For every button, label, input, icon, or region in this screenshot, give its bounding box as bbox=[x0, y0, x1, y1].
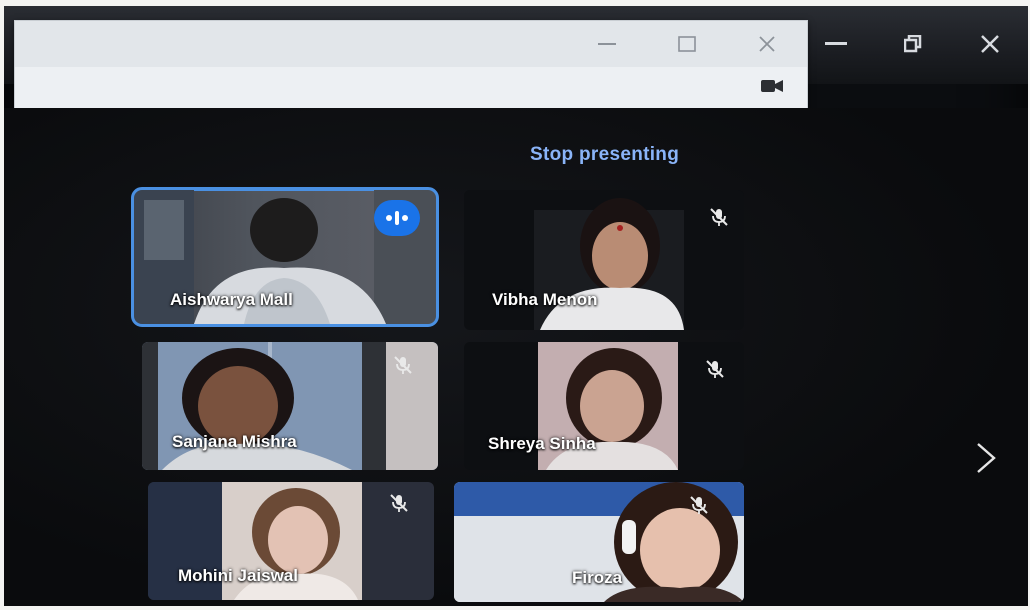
mic-off-indicator bbox=[684, 490, 714, 520]
close-icon bbox=[759, 36, 775, 52]
mini-close-button[interactable] bbox=[737, 29, 797, 59]
participant-tile[interactable]: Firoza bbox=[454, 482, 744, 602]
participant-name: Mohini Jaiswal bbox=[178, 566, 298, 585]
mic-off-icon bbox=[690, 496, 708, 514]
minimize-icon bbox=[825, 42, 848, 45]
participant-tile[interactable]: Mohini Jaiswal bbox=[148, 482, 434, 600]
mini-maximize-button[interactable] bbox=[657, 29, 717, 59]
participant-name: Firoza bbox=[572, 568, 623, 587]
mini-window-titlebar bbox=[15, 21, 807, 67]
stop-presenting-button[interactable]: Stop presenting bbox=[530, 144, 679, 166]
outer-minimize-button[interactable] bbox=[816, 29, 856, 59]
chevron-right-icon bbox=[977, 443, 996, 473]
mic-off-icon bbox=[390, 494, 408, 512]
participant-name: Vibha Menon bbox=[492, 290, 598, 309]
camera-icon[interactable] bbox=[761, 79, 783, 93]
participant-name: Sanjana Mishra bbox=[172, 432, 297, 451]
mic-off-icon bbox=[710, 208, 728, 226]
close-icon bbox=[980, 35, 999, 53]
mic-off-icon bbox=[394, 356, 412, 374]
participant-tile[interactable]: Shreya Sinha bbox=[464, 342, 744, 470]
participant-tile[interactable]: Vibha Menon bbox=[464, 190, 744, 330]
mic-off-indicator bbox=[384, 488, 414, 518]
screen-photo: Stop presenting Aishwarya Mall Vibha Men… bbox=[4, 6, 1028, 606]
restore-icon bbox=[903, 35, 922, 53]
presenting-mini-window bbox=[14, 20, 808, 110]
mini-minimize-button[interactable] bbox=[577, 29, 637, 59]
participant-name: Aishwarya Mall bbox=[170, 290, 293, 309]
mic-off-indicator bbox=[700, 354, 730, 384]
participant-tile[interactable]: Sanjana Mishra bbox=[142, 342, 438, 470]
minimize-icon bbox=[598, 42, 616, 45]
mic-off-indicator bbox=[704, 202, 734, 232]
participant-tile[interactable]: Aishwarya Mall bbox=[131, 187, 439, 327]
mic-off-icon bbox=[706, 360, 724, 378]
outer-restore-button[interactable] bbox=[893, 29, 933, 59]
next-page-button[interactable] bbox=[966, 438, 1006, 478]
participant-name: Shreya Sinha bbox=[488, 434, 596, 453]
speaking-indicator-icon bbox=[386, 211, 408, 225]
mini-window-body bbox=[15, 67, 807, 109]
meeting-grid: Stop presenting Aishwarya Mall Vibha Men… bbox=[4, 108, 1028, 606]
maximize-icon bbox=[678, 36, 696, 52]
outer-window-controls bbox=[798, 24, 1028, 64]
mini-window-controls bbox=[577, 29, 797, 59]
mic-off-indicator bbox=[388, 350, 418, 380]
outer-close-button[interactable] bbox=[970, 29, 1010, 59]
speaking-indicator bbox=[374, 200, 420, 236]
